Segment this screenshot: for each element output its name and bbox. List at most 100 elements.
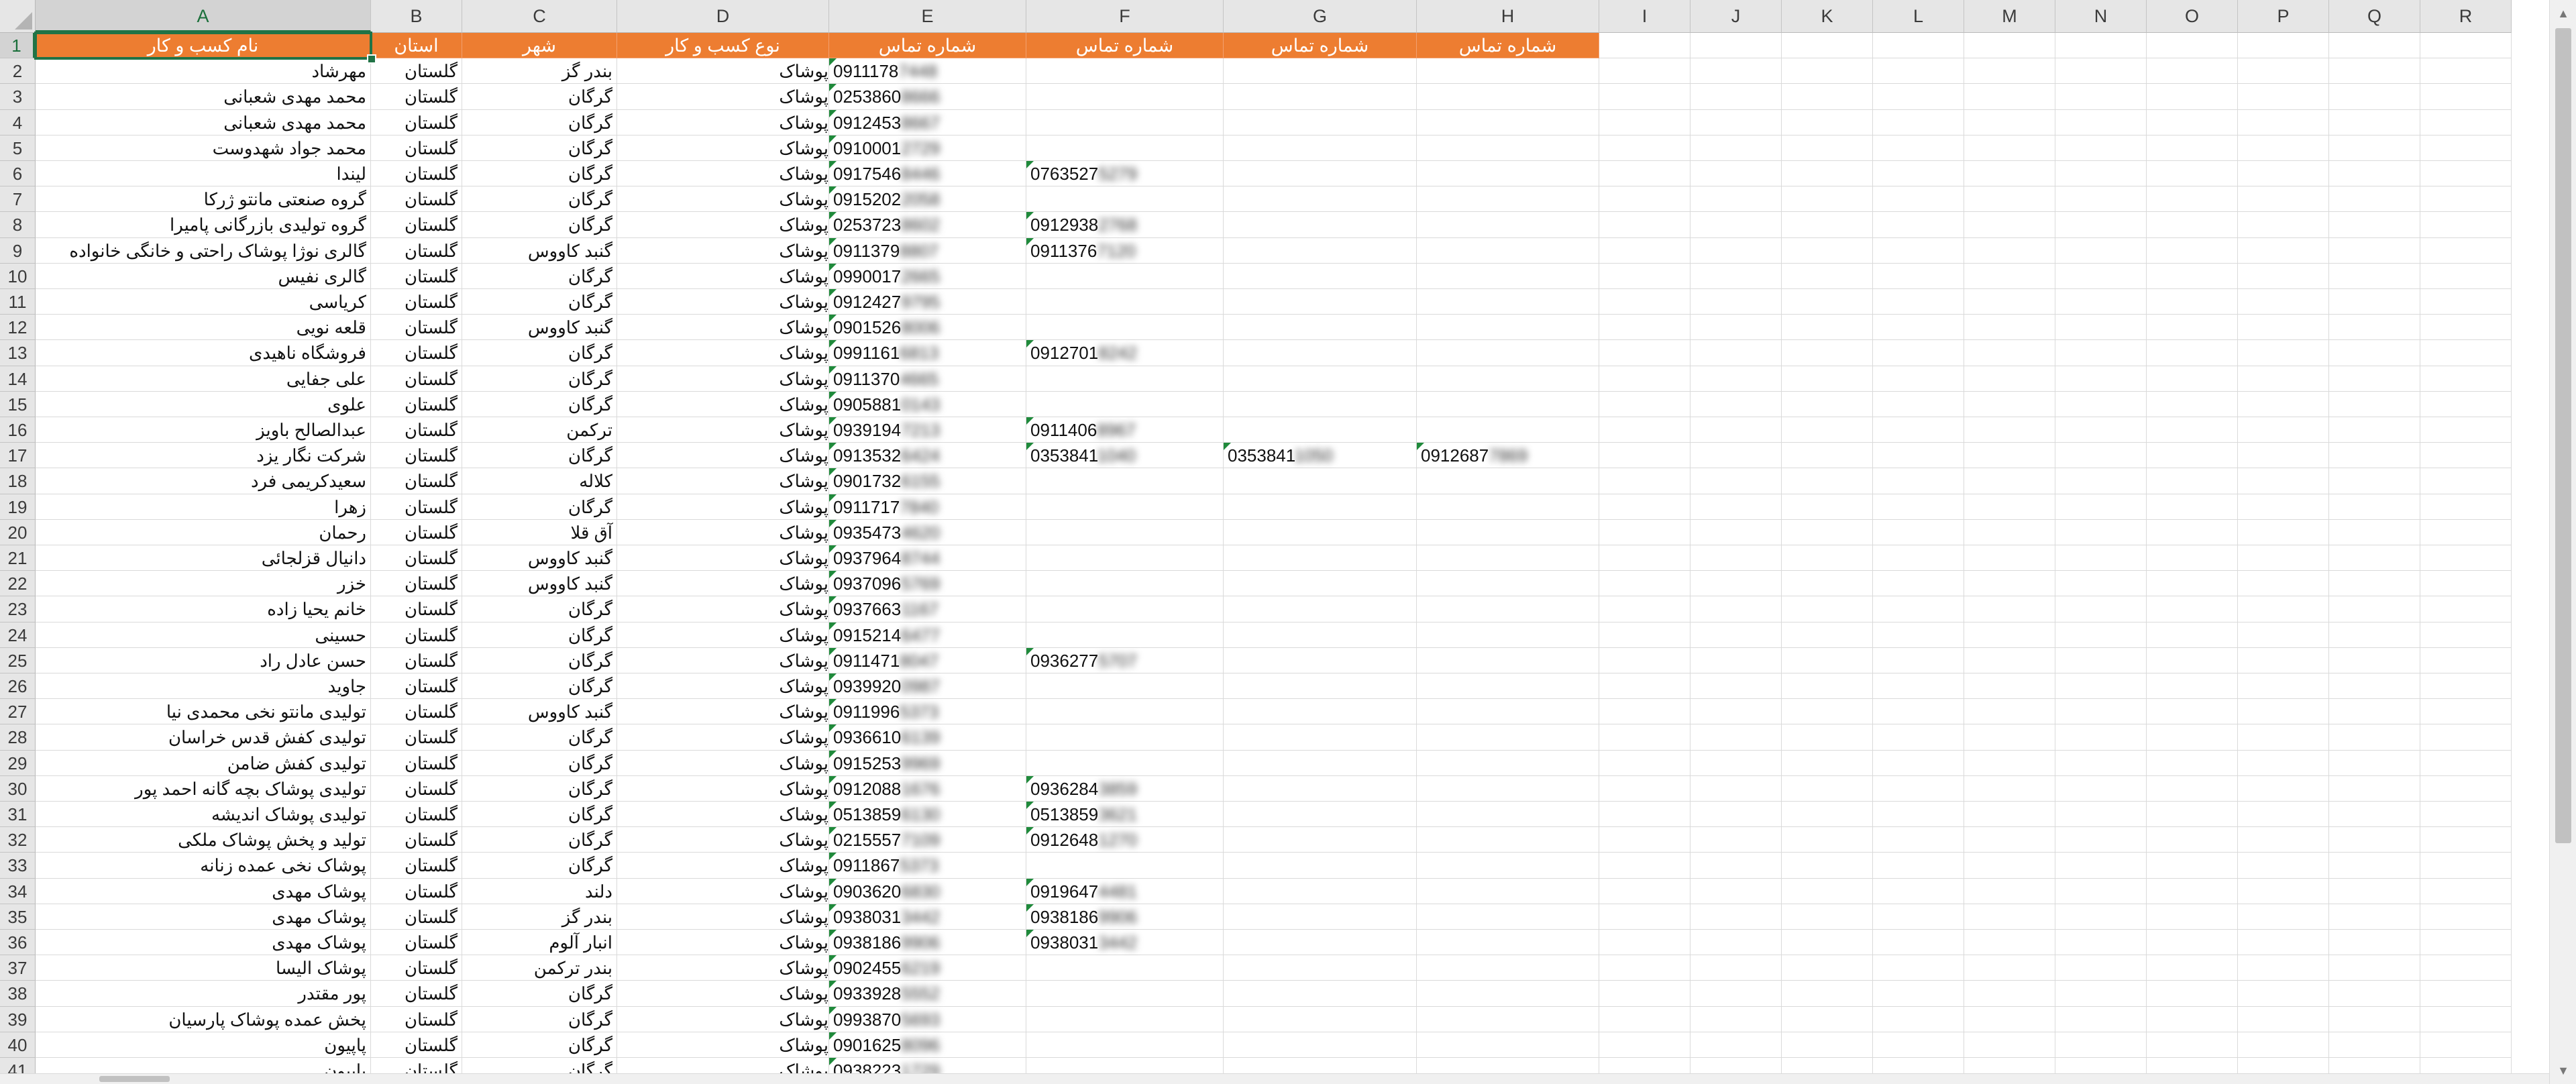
table-cell[interactable] — [1964, 519, 2055, 545]
table-cell[interactable] — [2238, 109, 2329, 136]
row-header[interactable]: 26 — [0, 673, 36, 700]
table-cell[interactable] — [1690, 135, 1782, 161]
table-cell[interactable] — [1782, 673, 1873, 700]
phone-cell-f[interactable] — [1026, 58, 1224, 85]
phone-cell-e[interactable]: 09113704665 پوشاک — [779, 366, 1026, 392]
phone-cell-h[interactable] — [1417, 571, 1599, 597]
table-cell[interactable] — [2420, 545, 2512, 572]
table-cell[interactable] — [1873, 161, 1964, 187]
table-cell[interactable] — [1690, 519, 1782, 545]
phone-cell-f[interactable] — [1026, 186, 1224, 213]
phone-cell-e[interactable]: 09111787448 پوشاک — [779, 58, 1026, 85]
table-cell[interactable] — [1873, 878, 1964, 904]
phone-cell-g[interactable] — [1224, 468, 1417, 494]
row-header[interactable]: 11 — [0, 289, 36, 315]
table-cell[interactable] — [1873, 750, 1964, 776]
table-cell[interactable] — [2055, 58, 2147, 85]
phone-cell-f[interactable] — [1026, 468, 1224, 494]
city-cell[interactable]: گرگان — [462, 340, 617, 366]
phone-cell-e[interactable]: 09135326424 پوشاک — [779, 443, 1026, 469]
phone-cell-e[interactable]: 09113798807 پوشاک — [779, 237, 1026, 264]
business-name-cell[interactable]: پاپیون — [36, 1058, 371, 1073]
province-cell[interactable]: گلستان — [371, 904, 462, 930]
phone-cell-f[interactable] — [1026, 724, 1224, 751]
province-cell[interactable]: گلستان — [371, 263, 462, 289]
phone-cell-f[interactable]: 09114068967 — [1026, 417, 1224, 443]
phone-cell-f[interactable] — [1026, 84, 1224, 110]
phone-cell-g[interactable] — [1224, 775, 1417, 802]
table-cell[interactable] — [1873, 904, 1964, 930]
row-header[interactable]: 19 — [0, 494, 36, 520]
province-cell[interactable]: گلستان — [371, 186, 462, 213]
table-cell[interactable] — [2147, 724, 2238, 751]
row-header[interactable]: 37 — [0, 955, 36, 981]
table-cell[interactable] — [1599, 212, 1690, 238]
column-header-q[interactable]: Q — [2329, 0, 2420, 33]
phone-cell-e[interactable]: 09339285552 پوشاک — [779, 981, 1026, 1007]
table-cell[interactable] — [2329, 802, 2420, 828]
province-cell[interactable]: گلستان — [371, 340, 462, 366]
phone-cell-e[interactable]: 09017326155 پوشاک — [779, 468, 1026, 494]
table-cell[interactable] — [1782, 827, 1873, 853]
phone-cell-g[interactable] — [1224, 673, 1417, 700]
phone-cell-e[interactable]: 09911616813 پوشاک — [779, 340, 1026, 366]
table-cell[interactable] — [2238, 135, 2329, 161]
phone-cell-h[interactable] — [1417, 802, 1599, 828]
table-cell[interactable] — [1782, 519, 1873, 545]
table-cell[interactable] — [1964, 468, 2055, 494]
table-cell[interactable] — [2147, 33, 2238, 59]
table-cell[interactable] — [2147, 135, 2238, 161]
table-cell[interactable] — [1690, 802, 1782, 828]
row-header[interactable]: 21 — [0, 545, 36, 572]
phone-cell-e[interactable]: 09118675373 پوشاک — [779, 853, 1026, 879]
city-cell[interactable]: گرگان — [462, 84, 617, 110]
table-cell[interactable] — [1599, 519, 1690, 545]
table-cell[interactable] — [2238, 519, 2329, 545]
phone-cell-e[interactable]: 05138596130 پوشاک — [779, 802, 1026, 828]
table-cell[interactable] — [1690, 33, 1782, 59]
table-cell[interactable] — [2238, 827, 2329, 853]
business-name-cell[interactable]: تولیدی کفش ضامن — [36, 750, 371, 776]
table-cell[interactable] — [1782, 647, 1873, 673]
business-name-cell[interactable]: پوشاک مهدی — [36, 904, 371, 930]
phone-cell-e[interactable]: 09015268006 پوشاک — [779, 315, 1026, 341]
table-cell[interactable] — [2147, 1032, 2238, 1058]
business-name-cell[interactable]: گروه تولیدی بازرگانی پامیرا — [36, 212, 371, 238]
phone-cell-f[interactable] — [1026, 699, 1224, 725]
table-cell[interactable] — [2147, 340, 2238, 366]
phone-cell-f[interactable]: 09362775707 — [1026, 647, 1224, 673]
table-cell[interactable] — [2420, 417, 2512, 443]
city-cell[interactable]: گرگان — [462, 1032, 617, 1058]
table-cell[interactable] — [1782, 263, 1873, 289]
phone-cell-g[interactable] — [1224, 853, 1417, 879]
table-cell[interactable] — [1964, 263, 2055, 289]
table-cell[interactable] — [1690, 84, 1782, 110]
city-cell[interactable]: گرگان — [462, 289, 617, 315]
table-cell[interactable] — [2420, 904, 2512, 930]
table-cell[interactable] — [1782, 33, 1873, 59]
table-cell[interactable] — [2420, 33, 2512, 59]
table-cell[interactable] — [1782, 443, 1873, 469]
phone-cell-e[interactable]: 09024556219 پوشاک — [779, 955, 1026, 981]
phone-cell-h[interactable] — [1417, 494, 1599, 520]
table-cell[interactable] — [2147, 827, 2238, 853]
table-cell[interactable] — [2055, 750, 2147, 776]
row-header[interactable]: 10 — [0, 263, 36, 289]
table-cell[interactable] — [1873, 366, 1964, 392]
table-cell[interactable] — [2055, 904, 2147, 930]
table-cell[interactable] — [2238, 84, 2329, 110]
table-cell[interactable] — [1599, 1058, 1690, 1073]
table-cell[interactable] — [2238, 1006, 2329, 1032]
phone-cell-f[interactable] — [1026, 596, 1224, 622]
phone-cell-h[interactable] — [1417, 878, 1599, 904]
table-cell[interactable] — [1873, 930, 1964, 956]
business-name-cell[interactable]: گالری نوژا پوشاک راحتی و خانگی خانواده — [36, 237, 371, 264]
table-cell[interactable] — [2055, 571, 2147, 597]
table-cell[interactable] — [2329, 161, 2420, 187]
city-cell[interactable]: انبار آلوم — [462, 930, 617, 956]
table-cell[interactable] — [1599, 289, 1690, 315]
header-cell-b[interactable]: استان — [371, 33, 462, 59]
phone-cell-e[interactable]: 09379648744 پوشاک — [779, 545, 1026, 572]
table-cell[interactable] — [1782, 878, 1873, 904]
phone-cell-h[interactable] — [1417, 827, 1599, 853]
